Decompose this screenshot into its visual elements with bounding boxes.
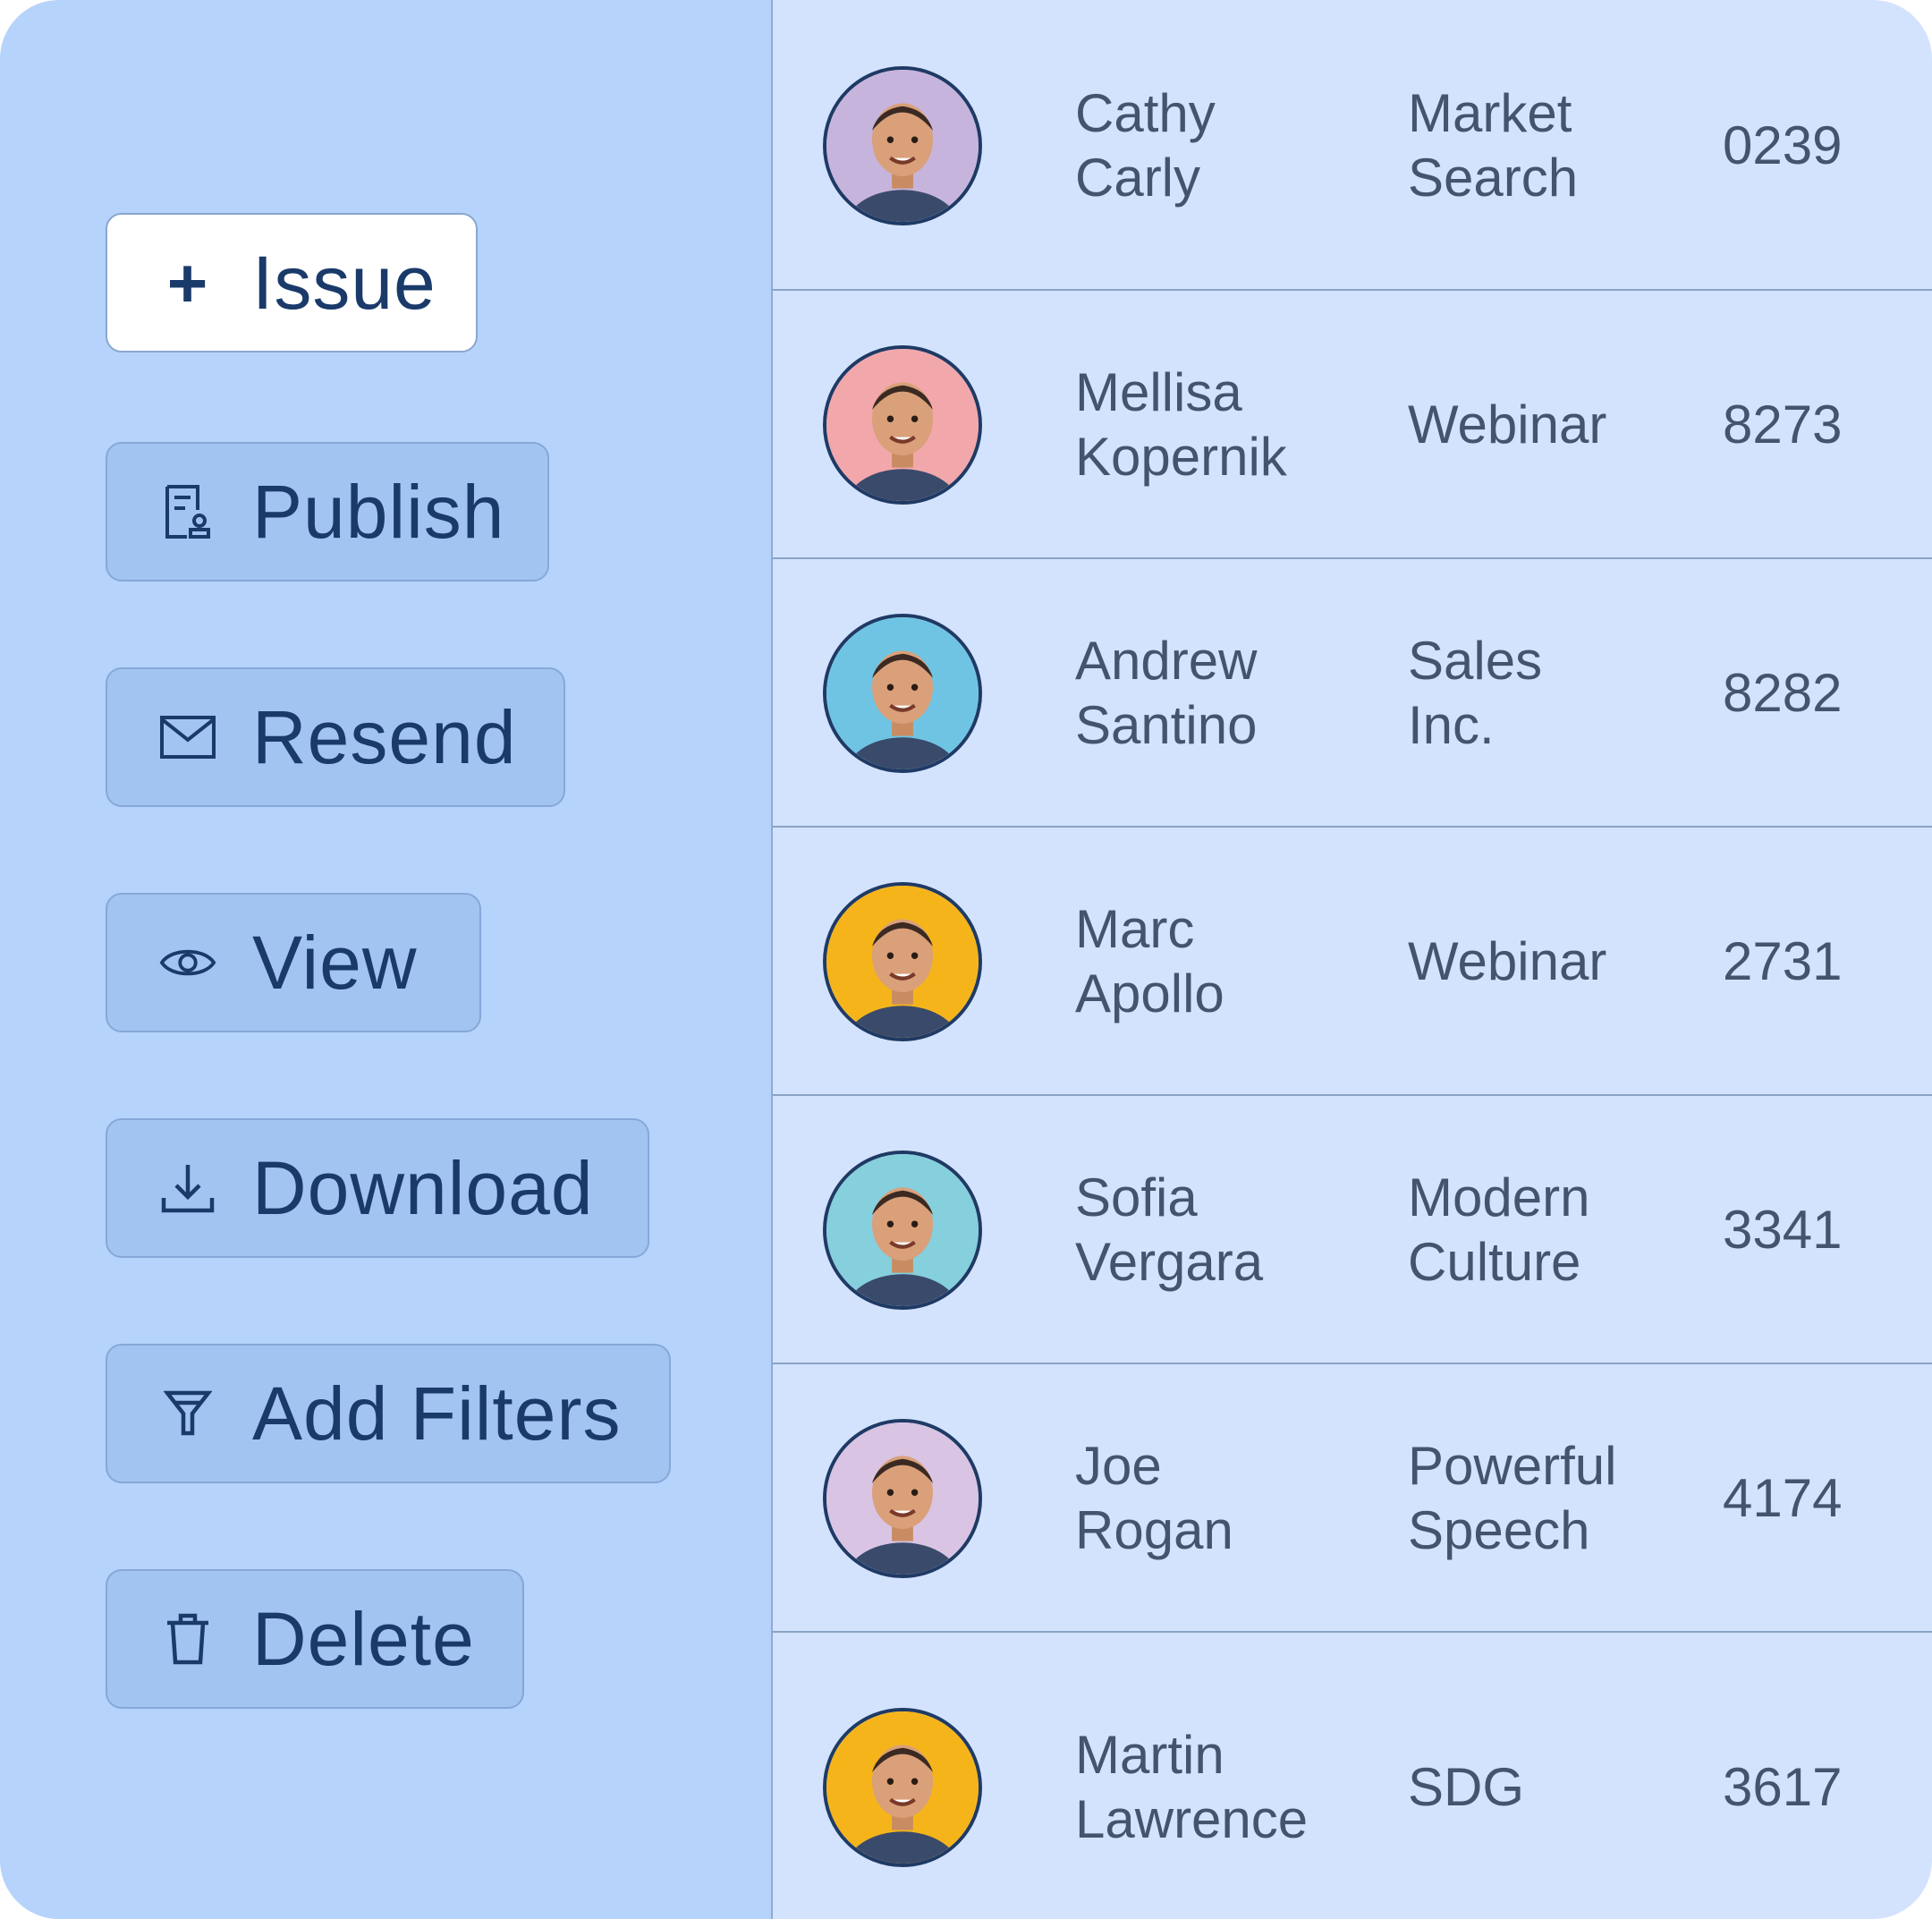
contact-id-id: 4174 <box>1723 1468 1843 1528</box>
avatar <box>823 1707 982 1867</box>
contact-name: Cathy Carly <box>1075 81 1397 210</box>
contact-source-org1: Modern <box>1408 1168 1590 1227</box>
contact-id: 3617 <box>1723 1755 1928 1820</box>
contact-source: Powerful Speech <box>1408 1434 1676 1563</box>
download-icon <box>159 1159 216 1217</box>
table-row[interactable]: Cathy Carly Market Search 0239 <box>773 0 1932 291</box>
contact-source: Webinar <box>1408 930 1676 994</box>
contact-name-last: Santino <box>1075 695 1258 755</box>
table-row[interactable]: Sofia Vergara Modern Culture 3341 <box>773 1096 1932 1364</box>
contact-name-last: Carly <box>1075 147 1201 208</box>
contact-id-id: 3341 <box>1723 1200 1843 1260</box>
contact-name: Andrew Santino <box>1075 629 1397 758</box>
contact-source-org2: Inc. <box>1408 695 1495 755</box>
contact-source: SDG <box>1408 1755 1676 1820</box>
plus-icon: + <box>166 243 209 322</box>
contact-id-id: 0239 <box>1723 115 1843 175</box>
contact-name: Martin Lawrence <box>1075 1723 1397 1852</box>
contacts-table: Cathy Carly Market Search 0239 Mellisa Koperni… <box>773 0 1932 1919</box>
action-sidebar: + Issue Publish Resend View Download Add… <box>0 0 773 1919</box>
issue-label: Issue <box>252 240 436 325</box>
delete-label: Delete <box>252 1596 475 1681</box>
contact-name-first: Marc <box>1075 899 1195 959</box>
contact-id: 2731 <box>1723 930 1928 994</box>
avatar <box>823 345 982 505</box>
contact-name: Sofia Vergara <box>1075 1166 1397 1295</box>
contact-source-org1: Webinar <box>1408 931 1607 991</box>
contact-name-last: Vergara <box>1075 1232 1264 1292</box>
contact-name-first: Cathy <box>1075 82 1216 143</box>
contact-source-org1: SDG <box>1408 1756 1525 1817</box>
contact-name-last: Lawrence <box>1075 1788 1309 1849</box>
issue-button[interactable]: + Issue <box>106 213 478 352</box>
contact-id: 0239 <box>1723 114 1928 178</box>
avatar <box>823 614 982 773</box>
resend-label: Resend <box>252 694 517 779</box>
contact-name-first: Sofia <box>1075 1168 1198 1227</box>
contact-source-org2: Search <box>1408 147 1579 208</box>
contact-name: Mellisa Kopernik <box>1075 361 1397 489</box>
avatar <box>823 1151 982 1310</box>
delete-button[interactable]: Delete <box>106 1569 524 1709</box>
contact-id-id: 3617 <box>1723 1756 1843 1817</box>
filter-icon <box>159 1385 216 1442</box>
contact-name-last: Apollo <box>1075 964 1224 1023</box>
contact-source-org2: Culture <box>1408 1232 1581 1292</box>
table-row[interactable]: Joe Rogan Powerful Speech 4174 <box>773 1364 1932 1633</box>
contact-id-id: 8273 <box>1723 395 1843 454</box>
contact-name-last: Rogan <box>1075 1500 1233 1560</box>
contact-source-org1: Webinar <box>1408 395 1607 454</box>
trash-icon <box>159 1610 216 1668</box>
publish-label: Publish <box>252 469 505 554</box>
publish-document-icon <box>159 483 216 540</box>
contact-name: Marc Apollo <box>1075 897 1397 1026</box>
contact-name-first: Mellisa <box>1075 362 1242 422</box>
contact-source-org1: Sales <box>1408 631 1543 691</box>
contact-id-id: 2731 <box>1723 931 1843 991</box>
envelope-icon <box>159 709 216 766</box>
contact-source: Sales Inc. <box>1408 629 1676 758</box>
contact-source-org2: Speech <box>1408 1500 1590 1560</box>
contact-id: 3341 <box>1723 1198 1928 1262</box>
add-filters-label: Add Filters <box>252 1371 622 1456</box>
eye-icon <box>159 934 216 991</box>
table-row[interactable]: Martin Lawrence SDG 3617 <box>773 1633 1932 1919</box>
avatar <box>823 1419 982 1578</box>
contact-id: 8273 <box>1723 393 1928 457</box>
contact-name-first: Joe <box>1075 1436 1162 1496</box>
contact-name-last: Kopernik <box>1075 427 1287 487</box>
view-label: View <box>252 920 418 1005</box>
contact-source: Webinar <box>1408 393 1676 457</box>
contact-name-first: Andrew <box>1075 631 1258 691</box>
table-row[interactable]: Marc Apollo Webinar 2731 <box>773 828 1932 1096</box>
contact-name: Joe Rogan <box>1075 1434 1397 1563</box>
contact-id: 4174 <box>1723 1466 1928 1531</box>
contact-source-org1: Market <box>1408 82 1572 143</box>
add-filters-button[interactable]: Add Filters <box>106 1344 671 1483</box>
contact-id: 8282 <box>1723 661 1928 726</box>
table-row[interactable]: Andrew Santino Sales Inc. 8282 <box>773 559 1932 828</box>
view-button[interactable]: View <box>106 893 481 1032</box>
table-row[interactable]: Mellisa Kopernik Webinar 8273 <box>773 291 1932 559</box>
avatar <box>823 65 982 225</box>
contact-source-org1: Powerful <box>1408 1436 1617 1496</box>
publish-button[interactable]: Publish <box>106 442 549 582</box>
download-label: Download <box>252 1145 594 1230</box>
download-button[interactable]: Download <box>106 1118 649 1258</box>
app-card: + Issue Publish Resend View Download Add… <box>0 0 1932 1919</box>
contact-name-first: Martin <box>1075 1724 1224 1785</box>
contact-source: Modern Culture <box>1408 1166 1676 1295</box>
contact-id-id: 8282 <box>1723 663 1843 723</box>
avatar <box>823 882 982 1041</box>
contact-source: Market Search <box>1408 81 1676 210</box>
resend-button[interactable]: Resend <box>106 667 565 807</box>
